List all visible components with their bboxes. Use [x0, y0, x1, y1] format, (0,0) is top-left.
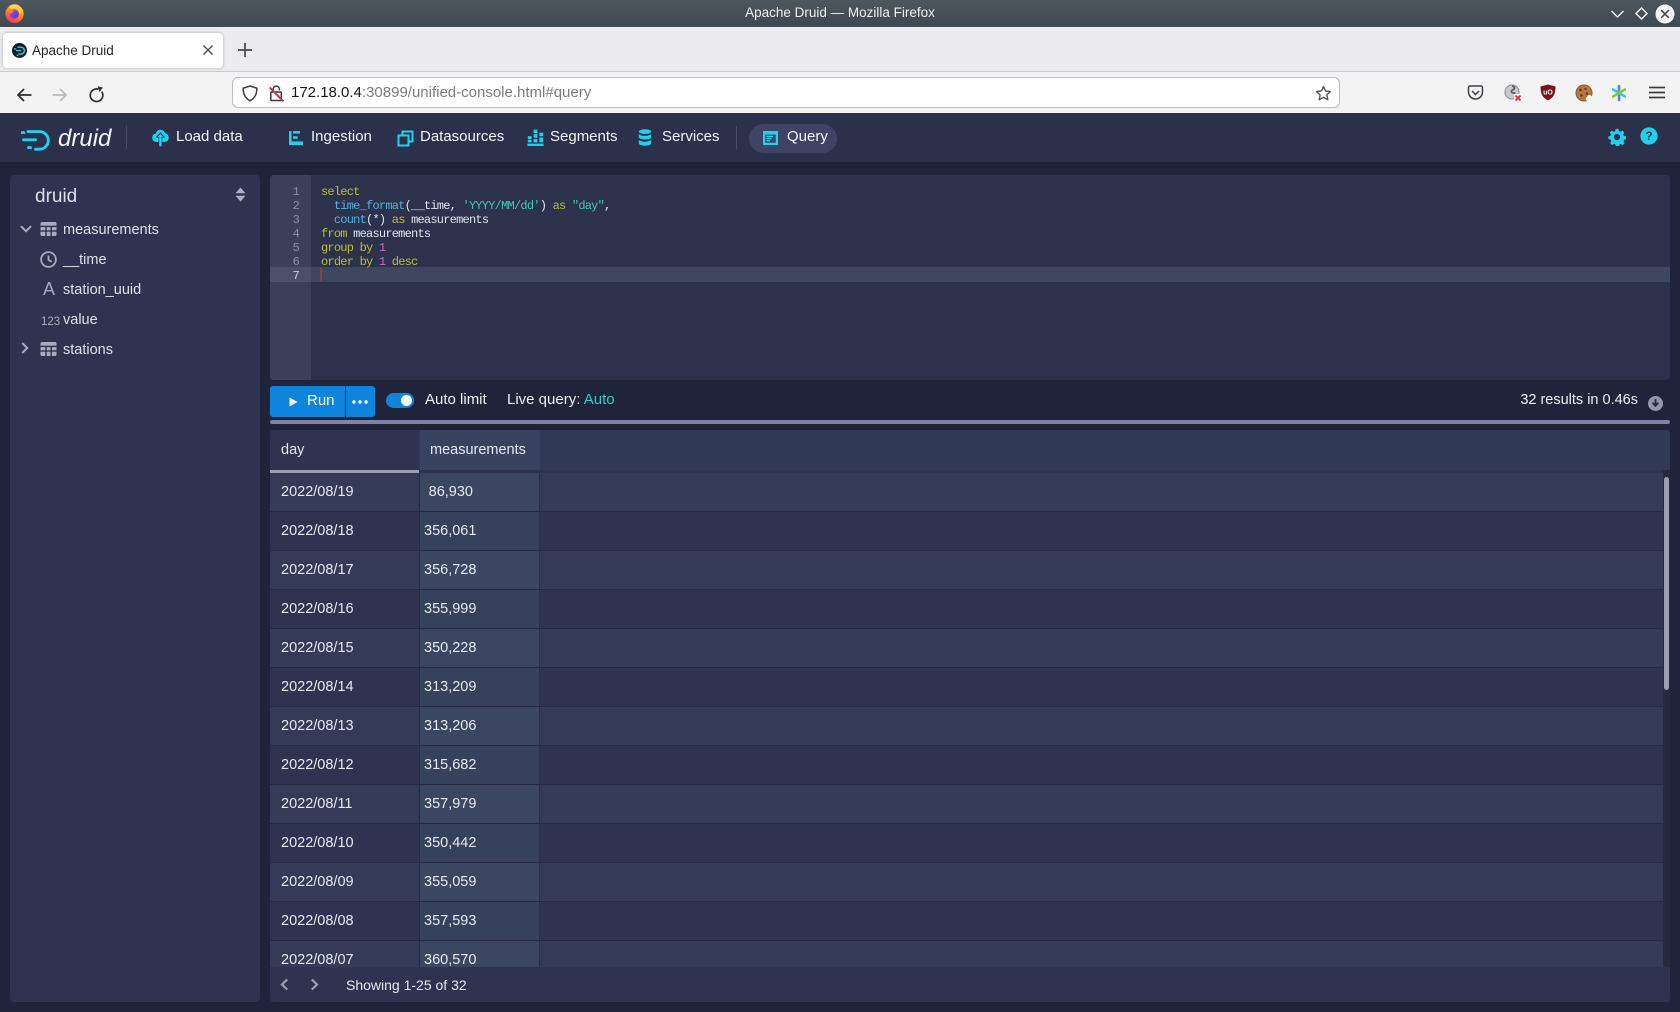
svg-text:uO: uO — [1543, 90, 1553, 97]
svg-text:?: ? — [1645, 129, 1652, 143]
